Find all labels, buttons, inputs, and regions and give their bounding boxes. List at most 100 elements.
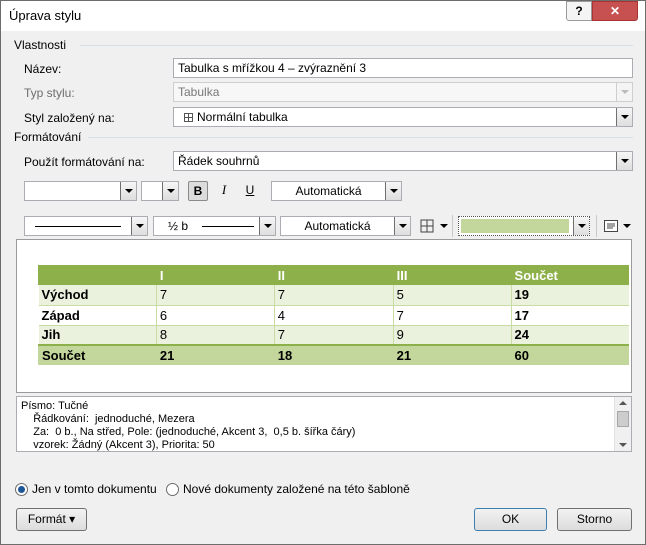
chevron-down-icon	[399, 224, 407, 228]
table-cell: Jih	[38, 325, 157, 346]
border-width-select[interactable]: ½ b	[153, 216, 276, 236]
shading-dropdown-button[interactable]	[573, 217, 589, 235]
table-total-cell: 60	[510, 344, 629, 365]
table-header-cell: Součet	[510, 265, 629, 285]
new-documents-label[interactable]: Nové dokumenty založené na této šabloně	[183, 482, 410, 496]
font-size-dropdown-button[interactable]	[162, 182, 178, 200]
chevron-down-icon	[390, 189, 398, 193]
properties-heading: Vlastnosti	[14, 38, 67, 52]
borders-dropdown-icon[interactable]	[440, 224, 448, 228]
new-documents-radio[interactable]	[166, 483, 179, 496]
shading-color-select[interactable]	[458, 216, 590, 236]
scroll-up-icon[interactable]	[619, 401, 627, 405]
border-width-dropdown-button[interactable]	[259, 217, 275, 235]
apply-to-dropdown-button[interactable]	[616, 152, 632, 170]
preview-table: I II III Součet Východ 7 7 5 19 Západ 6 …	[38, 265, 629, 365]
font-name-select[interactable]	[24, 181, 137, 201]
cell-alignment-icon[interactable]	[601, 216, 621, 236]
border-width-sample	[202, 226, 254, 227]
description-line: Za: 0 b., Na střed, Pole: (jednoduché, A…	[21, 426, 356, 438]
table-cell: 5	[392, 285, 512, 306]
font-name-dropdown-button[interactable]	[120, 182, 136, 200]
scroll-down-icon[interactable]	[619, 443, 627, 447]
border-style-select[interactable]	[24, 216, 148, 236]
apply-to-value: Řádek souhrnů	[178, 154, 260, 168]
style-type-select: Tabulka	[173, 82, 633, 102]
based-on-value: Normální tabulka	[197, 110, 288, 124]
font-color-select[interactable]: Automatická	[271, 181, 402, 201]
alignment-dropdown-icon[interactable]	[623, 224, 631, 228]
format-menu-button[interactable]: Formát ▾	[16, 508, 87, 531]
style-type-label: Typ stylu:	[24, 86, 75, 100]
table-header-cell: I	[155, 265, 275, 285]
border-color-value: Automatická	[304, 219, 371, 233]
table-header-cell: II	[273, 265, 394, 285]
borders-grid-icon[interactable]	[417, 216, 437, 236]
name-input[interactable]: Tabulka s mřížkou 4 – zvýraznění 3	[173, 58, 633, 78]
table-row: Západ 6 4 7 17	[38, 305, 629, 326]
chevron-down-icon	[125, 189, 133, 193]
table-header-row: I II III Součet	[38, 265, 629, 285]
border-color-dropdown-button[interactable]	[394, 217, 410, 235]
title-bar: Úprava stylu ? ✕	[1, 1, 645, 31]
underline-button[interactable]: U	[240, 181, 260, 201]
style-type-value: Tabulka	[178, 85, 220, 99]
table-cell: Západ	[38, 305, 157, 326]
style-preview: I II III Součet Východ 7 7 5 19 Západ 6 …	[16, 239, 632, 393]
name-label: Název:	[24, 62, 62, 76]
border-color-select[interactable]: Automatická	[280, 216, 411, 236]
apply-to-label: Použít formátování na:	[24, 155, 145, 169]
cancel-button[interactable]: Storno	[557, 508, 632, 531]
chevron-down-icon	[621, 115, 629, 119]
table-cell: 7	[273, 325, 394, 346]
border-line-sample	[35, 226, 121, 227]
style-type-dropdown-button	[616, 83, 632, 101]
table-total-cell: 21	[392, 344, 512, 365]
style-description: Písmo: Tučné Řádkování: jednoduché, Meze…	[16, 396, 632, 452]
table-cell: 17	[510, 305, 629, 326]
apply-to-select[interactable]: Řádek souhrnů	[173, 151, 633, 171]
this-document-label[interactable]: Jen v tomto dokumentu	[32, 482, 157, 496]
table-row: Východ 7 7 5 19	[38, 285, 629, 306]
table-cell: Východ	[38, 285, 157, 306]
properties-divider	[80, 45, 633, 46]
table-row: Jih 8 7 9 24	[38, 325, 629, 346]
table-header-cell: III	[392, 265, 512, 285]
description-line: Písmo: Tučné	[21, 400, 89, 412]
table-header-cell	[38, 265, 157, 285]
chevron-down-icon	[136, 224, 144, 228]
based-on-select[interactable]: Normální tabulka	[173, 107, 633, 127]
description-line: vzorek: Žádný (Akcent 3), Priorita: 50	[21, 439, 215, 451]
help-button[interactable]: ?	[566, 1, 592, 21]
chevron-down-icon	[167, 189, 175, 193]
table-cell: 6	[155, 305, 275, 326]
toolbar-separator	[452, 215, 453, 237]
formatting-divider	[88, 137, 633, 138]
formatting-heading: Formátování	[14, 130, 82, 144]
table-cell: 9	[392, 325, 512, 346]
font-size-select[interactable]	[141, 181, 179, 201]
table-total-row: Součet 21 18 21 60	[38, 344, 629, 365]
table-cell: 7	[155, 285, 275, 306]
border-style-dropdown-button[interactable]	[131, 217, 147, 235]
close-button[interactable]: ✕	[592, 1, 638, 21]
font-color-dropdown-button[interactable]	[385, 182, 401, 200]
this-document-radio[interactable]	[15, 483, 28, 496]
based-on-dropdown-button[interactable]	[616, 108, 632, 126]
scrollbar-thumb[interactable]	[617, 411, 629, 427]
table-cell: 24	[510, 325, 629, 346]
table-cell: 8	[155, 325, 275, 346]
ok-button[interactable]: OK	[474, 508, 547, 531]
description-scrollbar[interactable]	[614, 397, 631, 451]
shading-swatch	[461, 219, 569, 233]
table-grid-icon	[184, 113, 193, 122]
table-cell: 4	[273, 305, 394, 326]
chevron-down-icon	[578, 224, 586, 228]
toolbar-separator	[596, 215, 597, 237]
style-dialog: Úprava stylu ? ✕ Vlastnosti Název: Tabul…	[0, 0, 646, 545]
table-total-cell: 21	[155, 344, 275, 365]
border-width-value: ½ b	[168, 219, 189, 233]
table-cell: 7	[392, 305, 512, 326]
bold-button[interactable]: B	[188, 181, 208, 201]
italic-button[interactable]: I	[214, 181, 234, 201]
